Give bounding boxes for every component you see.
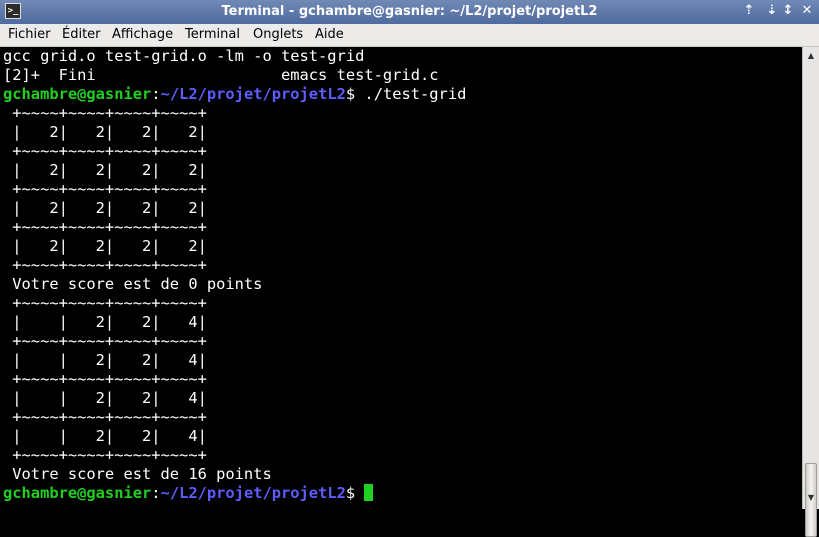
prompt-separator: : (151, 484, 161, 502)
prompt-path: ~/L2/projet/projetL2 (160, 484, 346, 502)
output-line: | | 2| 2| 4| (3, 389, 207, 407)
score-line: Votre score est de 0 points (3, 275, 263, 293)
menu-terminal[interactable]: Terminal (185, 27, 240, 42)
scroll-down-icon[interactable]: ▼ (803, 491, 819, 505)
window-title: Terminal - gchambre@gasnier: ~/L2/projet… (221, 4, 598, 19)
minimize-icon[interactable]: ⇣ (764, 3, 780, 19)
terminal-output[interactable]: gcc grid.o test-grid.o -lm -o test-grid … (0, 47, 802, 509)
terminal-line: gcc grid.o test-grid.o -lm -o test-grid (3, 47, 365, 65)
output-line: | 2| 2| 2| 2| (3, 161, 207, 179)
terminal-window: >_ Terminal - gchambre@gasnier: ~/L2/pro… (0, 0, 819, 537)
output-line: | 2| 2| 2| 2| (3, 123, 207, 141)
output-line: +~~~~+~~~~+~~~~+~~~~+ (3, 180, 207, 198)
output-line: +~~~~+~~~~+~~~~+~~~~+ (3, 370, 207, 388)
output-line: | | 2| 2| 4| (3, 313, 207, 331)
menu-onglets[interactable]: Onglets (253, 27, 303, 42)
vertical-scrollbar[interactable]: ▲ ▼ (802, 47, 819, 537)
prompt-path: ~/L2/projet/projetL2 (160, 85, 346, 103)
scroll-up-icon[interactable]: ▲ (803, 49, 819, 63)
text-cursor (364, 484, 374, 501)
output-line: | 2| 2| 2| 2| (3, 199, 207, 217)
prompt-symbol: $ (345, 85, 365, 103)
prompt-symbol: $ (345, 484, 365, 502)
output-line: +~~~~+~~~~+~~~~+~~~~+ (3, 332, 207, 350)
pin-icon[interactable]: ⇡ (741, 3, 757, 19)
prompt-user: gchambre@gasnier (3, 85, 152, 103)
command-text: ./test-grid (364, 85, 467, 103)
output-line: +~~~~+~~~~+~~~~+~~~~+ (3, 104, 207, 122)
maximize-icon[interactable]: ↕ (780, 3, 796, 19)
score-line: Votre score est de 16 points (3, 465, 272, 483)
close-icon[interactable]: ✕ (799, 3, 815, 19)
output-line: +~~~~+~~~~+~~~~+~~~~+ (3, 256, 207, 274)
output-line: +~~~~+~~~~+~~~~+~~~~+ (3, 218, 207, 236)
menu-aide[interactable]: Aide (315, 27, 344, 42)
title-bar[interactable]: >_ Terminal - gchambre@gasnier: ~/L2/pro… (0, 0, 819, 24)
output-line: | | 2| 2| 4| (3, 427, 207, 445)
output-line: | | 2| 2| 4| (3, 351, 207, 369)
menu-editer[interactable]: Éditer (62, 27, 101, 42)
output-line: +~~~~+~~~~+~~~~+~~~~+ (3, 142, 207, 160)
output-line: +~~~~+~~~~+~~~~+~~~~+ (3, 294, 207, 312)
menu-affichage[interactable]: Affichage (112, 27, 173, 42)
terminal-line: [2]+ Fini emacs test-grid.c (3, 66, 439, 84)
menu-bar: Fichier Éditer Affichage Terminal Onglet… (0, 24, 819, 47)
output-line: | 2| 2| 2| 2| (3, 237, 207, 255)
output-line: +~~~~+~~~~+~~~~+~~~~+ (3, 408, 207, 426)
menu-fichier[interactable]: Fichier (8, 27, 51, 42)
prompt-separator: : (151, 85, 161, 103)
output-line: +~~~~+~~~~+~~~~+~~~~+ (3, 446, 207, 464)
prompt-user: gchambre@gasnier (3, 484, 152, 502)
